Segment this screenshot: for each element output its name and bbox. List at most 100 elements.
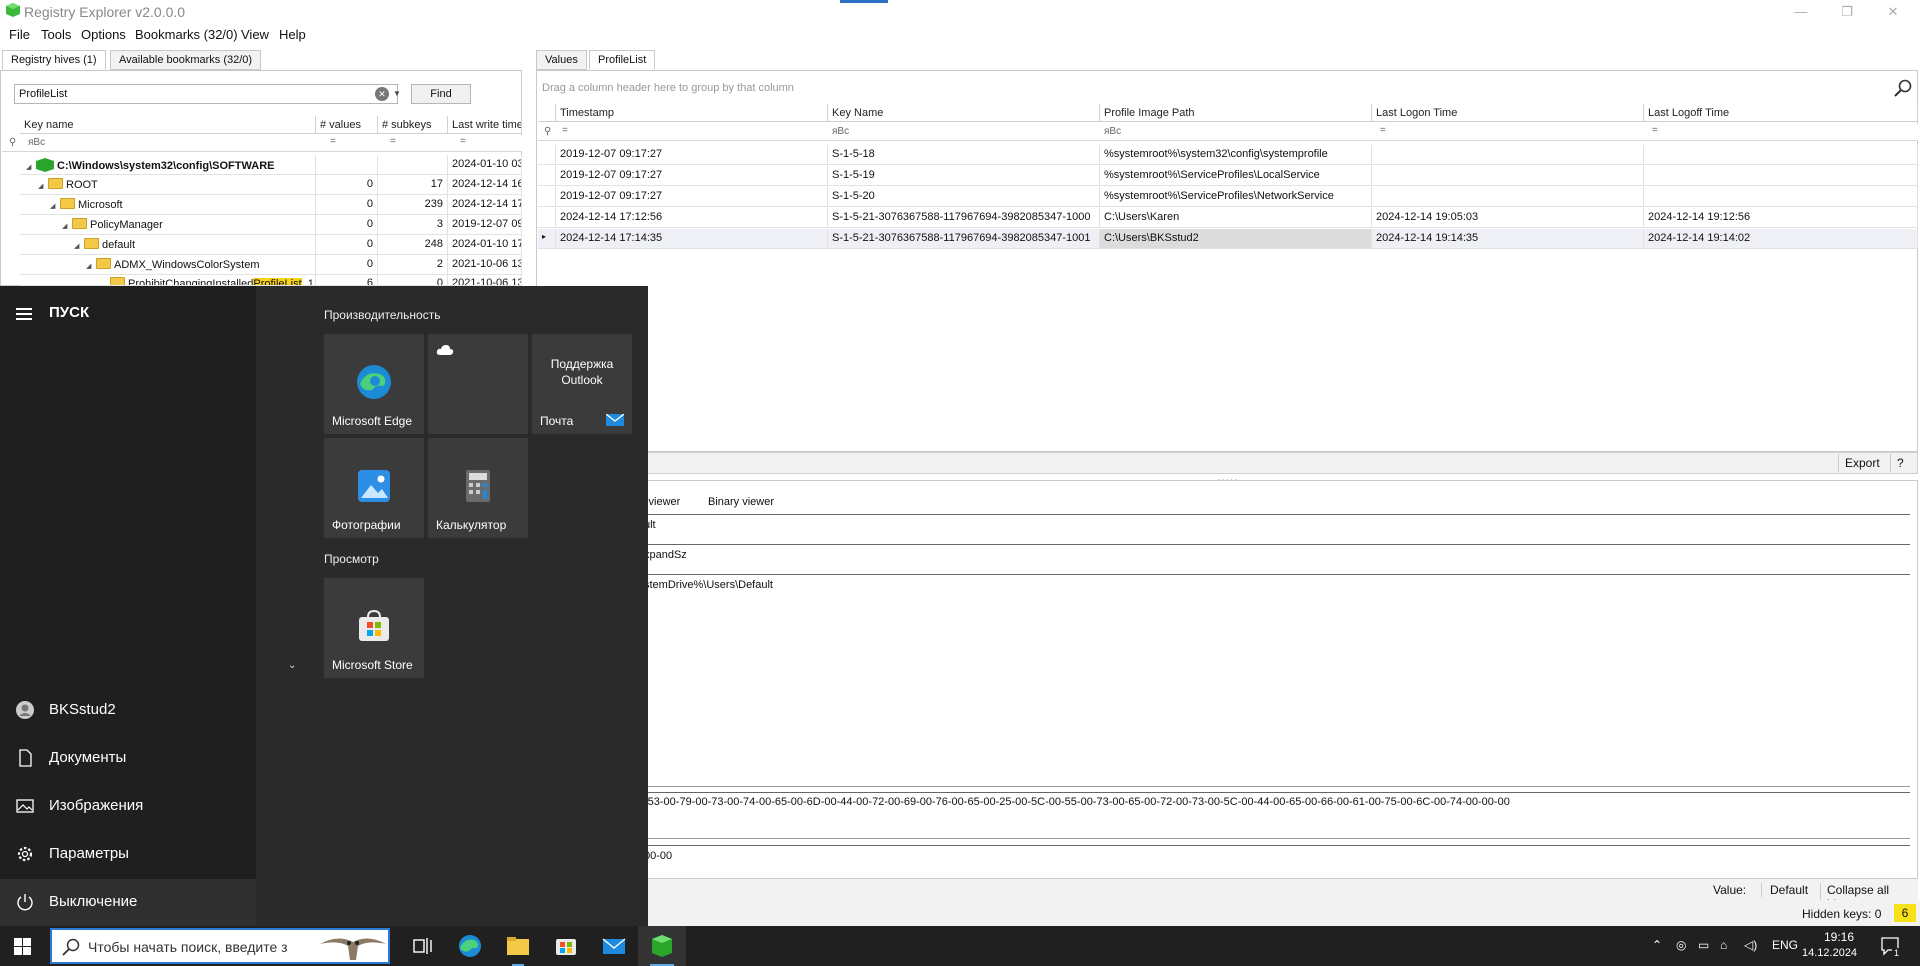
tree-row-default[interactable]: ◢ default — [20, 235, 316, 255]
row-indicator[interactable] — [538, 145, 556, 165]
nav-settings[interactable]: Параметры — [0, 831, 256, 879]
col-timestamp[interactable]: Timestamp — [556, 104, 828, 122]
nav-documents[interactable]: Документы — [0, 735, 256, 783]
grid-cell[interactable]: %systemroot%\system32\config\systemprofi… — [1100, 145, 1372, 165]
nav-user[interactable]: BKSstud2 — [0, 687, 256, 735]
tile-microsoft-edge[interactable]: Microsoft Edge — [324, 334, 424, 434]
grid-cell[interactable]: S-1-5-19 — [828, 166, 1100, 186]
key-search-input[interactable]: ProfileList — [14, 84, 398, 104]
tile-microsoft-store[interactable]: Microsoft Store — [324, 578, 424, 678]
nav-pictures[interactable]: Изображения — [0, 783, 256, 831]
grid-cell[interactable] — [1372, 187, 1644, 207]
row-indicator[interactable] — [538, 187, 556, 207]
close-button[interactable]: ✕ — [1878, 4, 1908, 20]
tree-row-hive[interactable]: ◢ C:\Windows\system32\config\SOFTWARE — [20, 155, 316, 175]
menu-tools[interactable]: Tools — [41, 27, 71, 42]
task-view-icon[interactable] — [398, 926, 446, 966]
clock-date[interactable]: 14.12.2024 — [1802, 947, 1857, 959]
row-indicator[interactable] — [538, 166, 556, 186]
grid-cell[interactable] — [1372, 145, 1644, 165]
tree-row-policymanager[interactable]: ◢ PolicyManager — [20, 215, 316, 235]
tile-calculator[interactable]: Калькулятор — [428, 438, 528, 538]
windows-start-icon[interactable] — [14, 938, 31, 955]
col-profile-image-path[interactable]: Profile Image Path — [1100, 104, 1372, 122]
grid-cell[interactable]: 2024-12-14 19:05:03 — [1372, 208, 1644, 228]
col-last-logon[interactable]: Last Logon Time — [1372, 104, 1644, 122]
meet-now-icon[interactable]: ◎ — [1676, 938, 1686, 952]
tile-photos[interactable]: Фотографии — [324, 438, 424, 538]
value-hex-field[interactable]: -53-00-79-00-73-00-74-00-65-00-6D-00-44-… — [644, 796, 1510, 808]
language-indicator[interactable]: ENG — [1772, 938, 1798, 952]
chevron-down-icon[interactable]: ▼ — [391, 86, 403, 102]
registry-explorer-taskbar-icon[interactable] — [638, 926, 686, 966]
clear-search-icon[interactable]: ✕ — [375, 87, 389, 101]
export-button[interactable]: Export — [1838, 454, 1886, 472]
battery-icon[interactable]: ▭ — [1698, 938, 1709, 952]
grid-cell[interactable]: 2019-12-07 09:17:27 — [556, 187, 828, 207]
file-explorer-icon[interactable] — [494, 926, 542, 966]
value-data-field[interactable]: stemDrive%\Users\Default — [644, 579, 773, 591]
menu-help[interactable]: Help — [279, 27, 306, 42]
maximize-button[interactable]: ❐ — [1832, 4, 1862, 20]
volume-icon[interactable]: ◁) — [1744, 938, 1757, 952]
grid-cell[interactable]: 2024-12-14 17:12:56 — [556, 208, 828, 228]
store-taskbar-icon[interactable] — [542, 926, 590, 966]
value-default[interactable]: Default — [1761, 883, 1808, 897]
menu-file[interactable]: File — [9, 27, 30, 42]
tab-binary-viewer[interactable]: Binary viewer — [708, 496, 774, 508]
tree-row-microsoft[interactable]: ◢ Microsoft — [20, 195, 316, 215]
nav-power[interactable]: Выключение — [0, 879, 256, 927]
grid-cell[interactable] — [1644, 145, 1918, 165]
taskbar-search-box[interactable]: Чтобы начать поиск, введите з — [50, 928, 390, 964]
grid-cell[interactable]: 2024-12-14 17:14:35 — [556, 229, 828, 249]
grid-cell[interactable]: 2024-12-14 19:14:02 — [1644, 229, 1918, 249]
help-button[interactable]: ? — [1890, 454, 1910, 472]
value-type-field[interactable]: xpandSz — [644, 549, 687, 561]
grid-cell[interactable]: C:\Users\Karen — [1100, 208, 1372, 228]
grid-cell[interactable]: %systemroot%\ServiceProfiles\LocalServic… — [1100, 166, 1372, 186]
menu-options[interactable]: Options — [81, 27, 126, 42]
menu-bookmarks[interactable]: Bookmarks (32/0) — [135, 27, 238, 42]
col-values[interactable]: # values — [316, 116, 378, 134]
row-indicator[interactable] — [538, 208, 556, 228]
grid-cell[interactable]: 2024-12-14 19:14:35 — [1372, 229, 1644, 249]
tab-available-bookmarks[interactable]: Available bookmarks (32/0) — [110, 50, 262, 70]
grid-cell[interactable]: S-1-5-20 — [828, 187, 1100, 207]
network-icon[interactable]: ⌂ — [1720, 938, 1727, 952]
grid-cell[interactable]: 2019-12-07 09:17:27 — [556, 166, 828, 186]
grid-cell[interactable] — [1372, 166, 1644, 186]
search-icon[interactable] — [1894, 79, 1912, 97]
tree-filter-row[interactable]: ⚲ ᴙBc = = = — [2, 135, 522, 152]
grid-cell[interactable]: 2024-12-14 19:12:56 — [1644, 208, 1918, 228]
grid-cell[interactable]: 2019-12-07 09:17:27 — [556, 145, 828, 165]
tab-profilelist[interactable]: ProfileList — [589, 50, 656, 70]
grid-cell-focused[interactable]: C:\Users\BKSstud2 — [1100, 229, 1372, 249]
grid-cell[interactable]: S-1-5-21-3076367588-117967694-3982085347… — [828, 208, 1100, 228]
row-indicator-current[interactable]: ▸ — [538, 229, 556, 249]
col-key-name[interactable]: Key name — [20, 116, 316, 134]
minimize-button[interactable]: — — [1786, 4, 1816, 20]
menu-view[interactable]: View — [241, 27, 269, 42]
show-hidden-icons-button[interactable]: ⌃ — [1652, 938, 1662, 952]
grid-cell[interactable] — [1644, 187, 1918, 207]
grid-cell[interactable] — [1644, 166, 1918, 186]
tree-row-admx[interactable]: ◢ ADMX_WindowsColorSystem — [20, 255, 316, 275]
col-key-name[interactable]: Key Name — [828, 104, 1100, 122]
tile-weather[interactable] — [428, 334, 528, 434]
value-slack-field[interactable]: 00-00 — [644, 850, 672, 862]
tab-registry-hives[interactable]: Registry hives (1) — [2, 50, 106, 70]
grid-filter-row[interactable]: ⚲ = ᴙBc ᴙBc = = — [538, 124, 1918, 141]
tab-values[interactable]: Values — [536, 50, 587, 70]
col-subkeys[interactable]: # subkeys — [378, 116, 448, 134]
edge-taskbar-icon[interactable] — [446, 926, 494, 966]
mail-taskbar-icon[interactable] — [590, 926, 638, 966]
clock-time[interactable]: 19:16 — [1824, 930, 1854, 944]
collapse-icon[interactable]: ◢ — [26, 163, 34, 171]
grid-cell[interactable]: S-1-5-21-3076367588-117967694-3982085347… — [828, 229, 1100, 249]
grid-cell[interactable]: S-1-5-18 — [828, 145, 1100, 165]
tree-row-profilelist[interactable]: ProhibitChangingInstalledProfileList_1 — [20, 274, 316, 286]
find-button[interactable]: Find — [411, 84, 471, 104]
grid-cell[interactable]: %systemroot%\ServiceProfiles\NetworkServ… — [1100, 187, 1372, 207]
col-last-write[interactable]: Last write time — [448, 116, 522, 134]
tile-outlook-support[interactable]: Поддержка Outlook Почта — [532, 334, 632, 434]
